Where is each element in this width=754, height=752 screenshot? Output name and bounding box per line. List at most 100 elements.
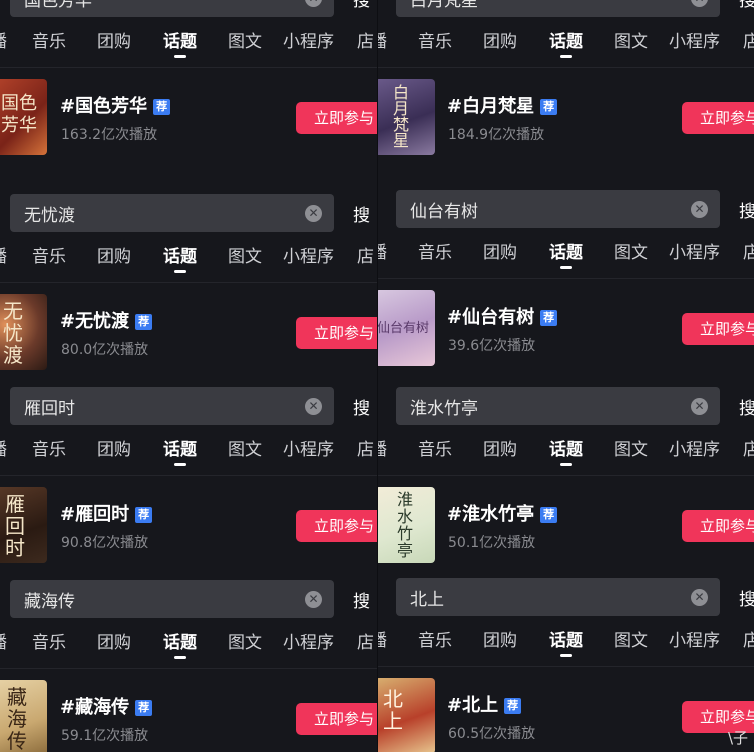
tab-store[interactable]: 店 [357, 27, 374, 52]
topic-title[interactable]: #北上荐 [447, 691, 522, 717]
tab-group-buy[interactable]: 团购 [483, 238, 517, 263]
tab-group-buy[interactable]: 团购 [97, 27, 131, 52]
tab-topics[interactable]: 话题 [163, 435, 197, 466]
search-input[interactable]: 雁回时 ✕ [10, 387, 334, 425]
tab-live[interactable]: 播 [378, 238, 387, 263]
tab-image-text[interactable]: 图文 [614, 435, 648, 460]
tab-group-buy[interactable]: 团购 [97, 435, 131, 460]
tab-topics[interactable]: 话题 [163, 242, 197, 273]
search-input[interactable]: 淮水竹亭 ✕ [396, 387, 720, 425]
topic-title[interactable]: #国色芳华荐 [60, 92, 171, 118]
search-button[interactable]: 搜 [353, 0, 370, 11]
search-input[interactable]: 国色芳华 ✕ [10, 0, 334, 17]
topic-title[interactable]: #藏海传荐 [60, 693, 153, 719]
tab-group-buy[interactable]: 团购 [97, 242, 131, 267]
tab-music[interactable]: 音乐 [32, 27, 66, 52]
tab-mini-program[interactable]: 小程序 [283, 628, 334, 653]
search-button[interactable]: 搜 [739, 585, 754, 610]
tab-topics[interactable]: 话题 [163, 628, 197, 659]
tab-group-buy[interactable]: 团购 [483, 626, 517, 651]
tab-image-text[interactable]: 图文 [228, 27, 262, 52]
topic-cover[interactable]: 雁回时 [0, 487, 47, 563]
topic-title[interactable]: #无忧渡荐 [60, 307, 153, 333]
search-input[interactable]: 仙台有树 ✕ [396, 190, 720, 228]
clear-icon[interactable]: ✕ [305, 398, 322, 415]
tab-store[interactable]: 店 [357, 435, 374, 460]
tab-topics[interactable]: 话题 [549, 435, 583, 466]
topic-cover[interactable]: 藏海传 [0, 680, 47, 752]
tab-mini-program[interactable]: 小程序 [283, 435, 334, 460]
tab-store[interactable]: 店 [743, 435, 754, 460]
tab-music[interactable]: 音乐 [32, 628, 66, 653]
tab-group-buy[interactable]: 团购 [483, 435, 517, 460]
tab-group-buy[interactable]: 团购 [97, 628, 131, 653]
search-button[interactable]: 搜 [353, 201, 370, 226]
tab-store[interactable]: 店 [743, 626, 754, 651]
tab-live[interactable]: 播 [378, 27, 387, 52]
topic-cover[interactable]: 白月梵星 [378, 79, 435, 155]
tab-topics[interactable]: 话题 [549, 238, 583, 269]
topic-cover[interactable]: 无忧渡 [0, 294, 47, 370]
tab-image-text[interactable]: 图文 [614, 626, 648, 651]
tab-image-text[interactable]: 图文 [228, 628, 262, 653]
tab-live[interactable]: 播 [0, 435, 7, 460]
tab-music[interactable]: 音乐 [418, 435, 452, 460]
clear-icon[interactable]: ✕ [691, 589, 708, 606]
tab-topics[interactable]: 话题 [549, 27, 583, 58]
topic-cover[interactable]: 北上 [378, 678, 435, 752]
tab-store[interactable]: 店 [743, 27, 754, 52]
tab-mini-program[interactable]: 小程序 [283, 242, 334, 267]
tab-image-text[interactable]: 图文 [614, 27, 648, 52]
search-button[interactable]: 搜 [739, 394, 754, 419]
tab-store[interactable]: 店 [357, 628, 374, 653]
tab-topics[interactable]: 话题 [549, 626, 583, 657]
search-input[interactable]: 北上 ✕ [396, 578, 720, 616]
tab-mini-program[interactable]: 小程序 [669, 27, 720, 52]
clear-icon[interactable]: ✕ [305, 205, 322, 222]
topic-title[interactable]: #淮水竹亭荐 [447, 500, 558, 526]
join-button[interactable]: 立即参与 [296, 317, 377, 349]
tab-music[interactable]: 音乐 [32, 435, 66, 460]
tab-image-text[interactable]: 图文 [228, 435, 262, 460]
tab-live[interactable]: 播 [0, 628, 7, 653]
join-button[interactable]: 立即参与 [296, 703, 377, 735]
search-button[interactable]: 搜 [739, 0, 754, 11]
topic-cover[interactable]: 国色芳华 [0, 79, 47, 155]
topic-title[interactable]: #仙台有树荐 [447, 303, 558, 329]
tab-group-buy[interactable]: 团购 [483, 27, 517, 52]
clear-icon[interactable]: ✕ [305, 591, 322, 608]
tab-mini-program[interactable]: 小程序 [283, 27, 334, 52]
clear-icon[interactable]: ✕ [691, 201, 708, 218]
tab-live[interactable]: 播 [0, 27, 7, 52]
tab-mini-program[interactable]: 小程序 [669, 238, 720, 263]
clear-icon[interactable]: ✕ [691, 0, 708, 7]
topic-title[interactable]: #白月梵星荐 [447, 92, 558, 118]
join-button[interactable]: 立即参与 [296, 510, 377, 542]
tab-topics[interactable]: 话题 [163, 27, 197, 58]
search-button[interactable]: 搜 [739, 197, 754, 222]
tab-mini-program[interactable]: 小程序 [669, 626, 720, 651]
tab-music[interactable]: 音乐 [418, 238, 452, 263]
tab-image-text[interactable]: 图文 [614, 238, 648, 263]
join-button[interactable]: 立即参与 [296, 102, 377, 134]
clear-icon[interactable]: ✕ [305, 0, 322, 7]
search-input[interactable]: 白月梵星 ✕ [396, 0, 720, 17]
clear-icon[interactable]: ✕ [691, 398, 708, 415]
tab-mini-program[interactable]: 小程序 [669, 435, 720, 460]
tab-live[interactable]: 播 [0, 242, 7, 267]
tab-music[interactable]: 音乐 [418, 626, 452, 651]
join-button[interactable]: 立即参与 [682, 313, 754, 345]
topic-cover[interactable]: 仙台有树 [378, 290, 435, 366]
tab-music[interactable]: 音乐 [32, 242, 66, 267]
topic-cover[interactable]: 淮水竹亭 [378, 487, 435, 563]
tab-store[interactable]: 店 [357, 242, 374, 267]
join-button[interactable]: 立即参与 [682, 102, 754, 134]
search-input[interactable]: 无忧渡 ✕ [10, 194, 334, 232]
tab-music[interactable]: 音乐 [418, 27, 452, 52]
search-button[interactable]: 搜 [353, 394, 370, 419]
tab-live[interactable]: 播 [378, 435, 387, 460]
tab-live[interactable]: 播 [378, 626, 387, 651]
tab-store[interactable]: 店 [743, 238, 754, 263]
tab-image-text[interactable]: 图文 [228, 242, 262, 267]
join-button[interactable]: 立即参与 [682, 510, 754, 542]
